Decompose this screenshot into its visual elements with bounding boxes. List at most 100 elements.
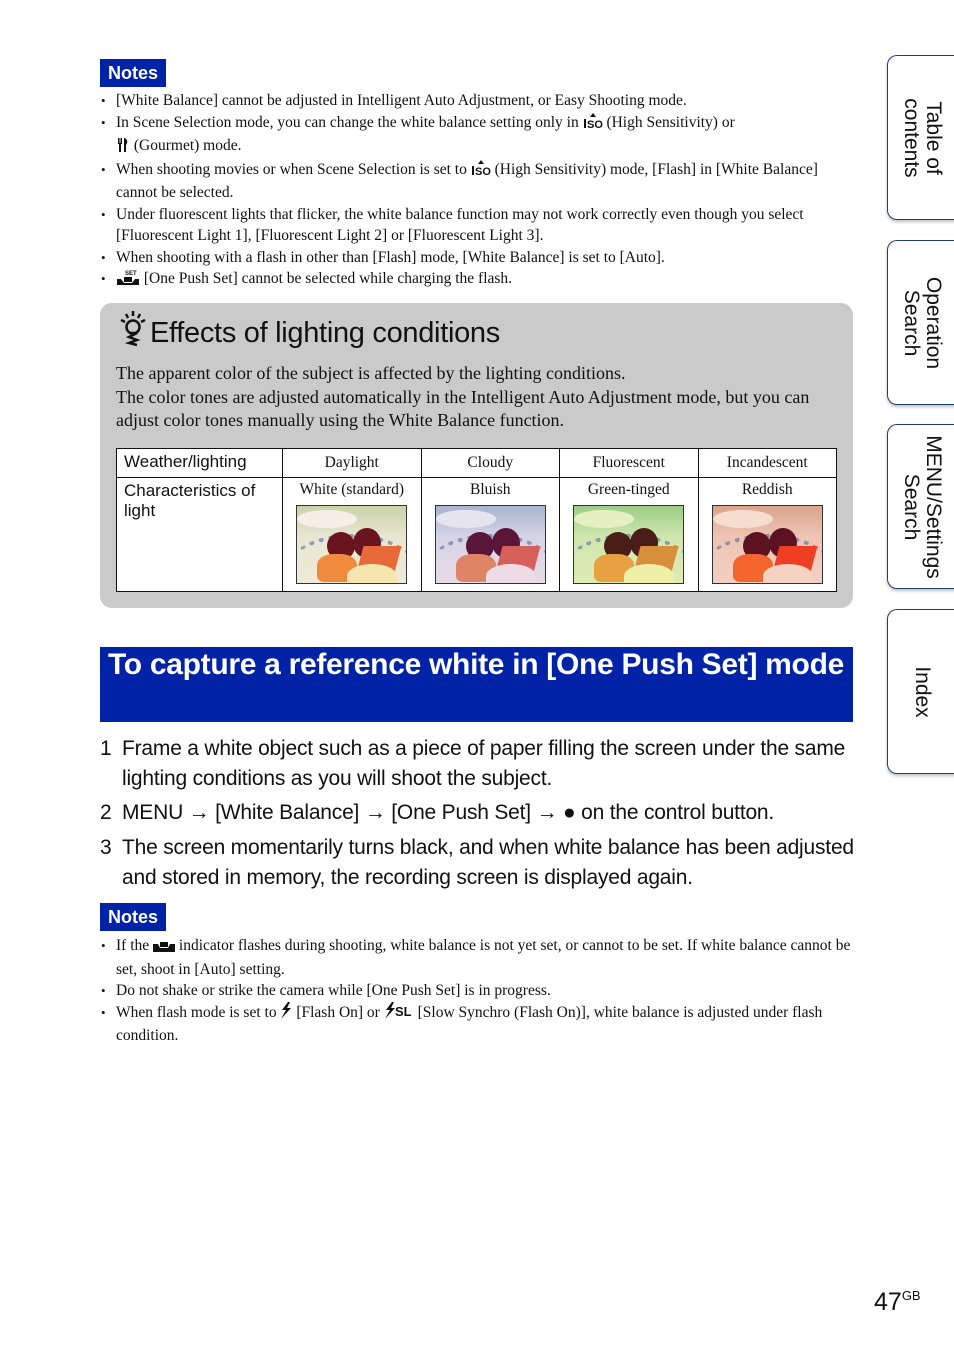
menu-label: MENU xyxy=(122,801,184,824)
sample-photo-fluorescent xyxy=(573,505,685,584)
tip-para: The apparent color of the subject is aff… xyxy=(116,363,626,383)
lighting-cell: Incandescent xyxy=(697,448,837,478)
row-label: Characteristics of light xyxy=(116,477,283,592)
high-sensitivity-icon: SO xyxy=(583,112,603,136)
lighting-cell: Daylight xyxy=(282,448,422,478)
menu-label: [One Push Set] xyxy=(391,801,531,824)
step-text: MENU → [White Balance] → [One Push Set] … xyxy=(122,798,860,828)
arrow-right-icon: → xyxy=(536,801,558,824)
characteristic-cell: Bluish xyxy=(420,477,560,592)
page-number-value: 47 xyxy=(874,1288,902,1316)
svg-text:SET: SET xyxy=(125,271,137,277)
note-text: [One Push Set] cannot be selected while … xyxy=(140,270,513,287)
note-text: In Scene Selection mode, you can change … xyxy=(116,113,583,131)
tab-operation-search[interactable]: Operation Search xyxy=(887,240,954,405)
note-item: Do not shake or strike the camera while … xyxy=(100,980,855,1002)
characteristic-cell: Green-tinged xyxy=(559,477,699,592)
note-item: Under fluorescent lights that flicker, t… xyxy=(100,204,855,247)
tip-title-text: Effects of lighting conditions xyxy=(150,316,500,349)
notes-list: [White Balance] cannot be adjusted in In… xyxy=(100,90,855,292)
pineapple-slice xyxy=(624,564,675,583)
note-text: (Gourmet) mode. xyxy=(130,137,242,154)
note-item: In Scene Selection mode, you can change … xyxy=(100,112,855,159)
tab-label: Index xyxy=(911,665,934,718)
step-item: 3 The screen momentarily turns black, an… xyxy=(100,833,860,892)
note-text: When shooting movies or when Scene Selec… xyxy=(116,160,471,178)
background-plate xyxy=(712,510,773,528)
svg-text:SL: SL xyxy=(395,1004,412,1019)
background-plate xyxy=(574,510,635,528)
section-heading: To capture a reference white in [One Pus… xyxy=(100,647,853,722)
menu-label: [White Balance] xyxy=(215,801,360,824)
svg-text:SO: SO xyxy=(587,119,603,129)
tab-table-of-contents[interactable]: Table of contents xyxy=(887,55,954,220)
lighting-table: Weather/lighting Daylight Cloudy Fluores… xyxy=(116,448,837,592)
tab-menu-settings-search[interactable]: MENU/Settings Search xyxy=(887,424,954,589)
step-item: 1 Frame a white object such as a piece o… xyxy=(100,734,860,793)
step-number: 1 xyxy=(100,737,112,760)
note-text: Under fluorescent lights that flicker, t… xyxy=(116,205,804,245)
note-item: [White Balance] cannot be adjusted in In… xyxy=(100,90,855,112)
pineapple-slice xyxy=(762,564,813,583)
flash-on-icon xyxy=(280,1001,292,1026)
characteristic-label: Green-tinged xyxy=(587,481,670,498)
svg-text:SO: SO xyxy=(475,166,491,176)
step-item: 2 MENU → [White Balance] → [One Push Set… xyxy=(100,798,860,828)
tab-label: Operation Search xyxy=(900,276,945,369)
row-label: Weather/lighting xyxy=(116,448,283,478)
note-item: When shooting with a flash in other than… xyxy=(100,247,855,269)
notes-badge: Notes xyxy=(100,59,166,87)
one-push-indicator-icon xyxy=(153,937,176,959)
step-number: 3 xyxy=(100,836,112,859)
characteristic-cell: White (standard) xyxy=(282,477,422,592)
notes-list: If the indicator flashes during shooting… xyxy=(100,935,855,1047)
note-text: (High Sensitivity) or xyxy=(602,113,735,131)
notes-badge: Notes xyxy=(100,903,166,931)
arrow-right-icon: → xyxy=(364,801,386,824)
sample-photo-cloudy xyxy=(434,505,546,584)
table-row: Characteristics of light White (standard… xyxy=(116,477,837,592)
pineapple-slice xyxy=(347,564,398,583)
background-plate xyxy=(297,510,358,528)
one-push-set-icon: SET xyxy=(116,269,140,292)
tab-label: MENU/Settings Search xyxy=(900,434,945,579)
tab-index[interactable]: Index xyxy=(887,609,954,774)
page-region-suffix: GB xyxy=(901,1288,921,1303)
high-sensitivity-icon: SO xyxy=(471,159,491,183)
tip-description: The apparent color of the subject is aff… xyxy=(116,362,841,433)
note-item: When flash mode is set to [Flash On] or … xyxy=(100,1001,855,1047)
background-plate xyxy=(435,510,496,528)
characteristic-label: Reddish xyxy=(741,481,793,498)
tip-para: The color tones are adjusted automatical… xyxy=(116,386,810,431)
lighting-cell: Fluorescent xyxy=(559,448,699,478)
pineapple-slice xyxy=(485,564,536,583)
menu-label: on the control button. xyxy=(581,801,775,824)
step-text: Frame a white object such as a piece of … xyxy=(122,737,846,790)
sample-photo-daylight xyxy=(296,505,408,584)
lightbulb-icon xyxy=(116,309,150,357)
note-item: If the indicator flashes during shooting… xyxy=(100,935,855,980)
note-text: indicator flashes during shooting, white… xyxy=(116,937,851,978)
note-text: When shooting with a flash in other than… xyxy=(116,248,665,266)
note-item: SET [One Push Set] cannot be selected wh… xyxy=(100,268,855,292)
characteristic-cell: Reddish xyxy=(697,477,837,592)
note-text: If the xyxy=(116,937,154,954)
sample-photo-incandescent xyxy=(711,505,823,584)
center-button-icon: ● xyxy=(563,801,576,824)
table-row: Weather/lighting Daylight Cloudy Fluores… xyxy=(116,448,837,478)
characteristic-label: White (standard) xyxy=(299,481,405,498)
page-number: 47GB xyxy=(874,1288,921,1317)
tab-label: Table of contents xyxy=(900,97,945,178)
note-text: When flash mode is set to xyxy=(116,1003,281,1021)
note-item: When shooting movies or when Scene Selec… xyxy=(100,159,855,204)
tip-box: Effects of lighting conditions The appar… xyxy=(100,303,853,608)
characteristic-label: Bluish xyxy=(470,481,511,498)
note-text: [White Balance] cannot be adjusted in In… xyxy=(116,92,687,109)
lighting-cell: Cloudy xyxy=(420,448,560,478)
note-text: Do not shake or strike the camera while … xyxy=(116,982,551,999)
step-text: The screen momentarily turns black, and … xyxy=(122,836,854,889)
note-text: [Flash On] or xyxy=(292,1003,384,1021)
arrow-right-icon: → xyxy=(188,801,210,824)
slow-synchro-icon: SL xyxy=(384,1001,414,1026)
step-number: 2 xyxy=(100,801,112,824)
